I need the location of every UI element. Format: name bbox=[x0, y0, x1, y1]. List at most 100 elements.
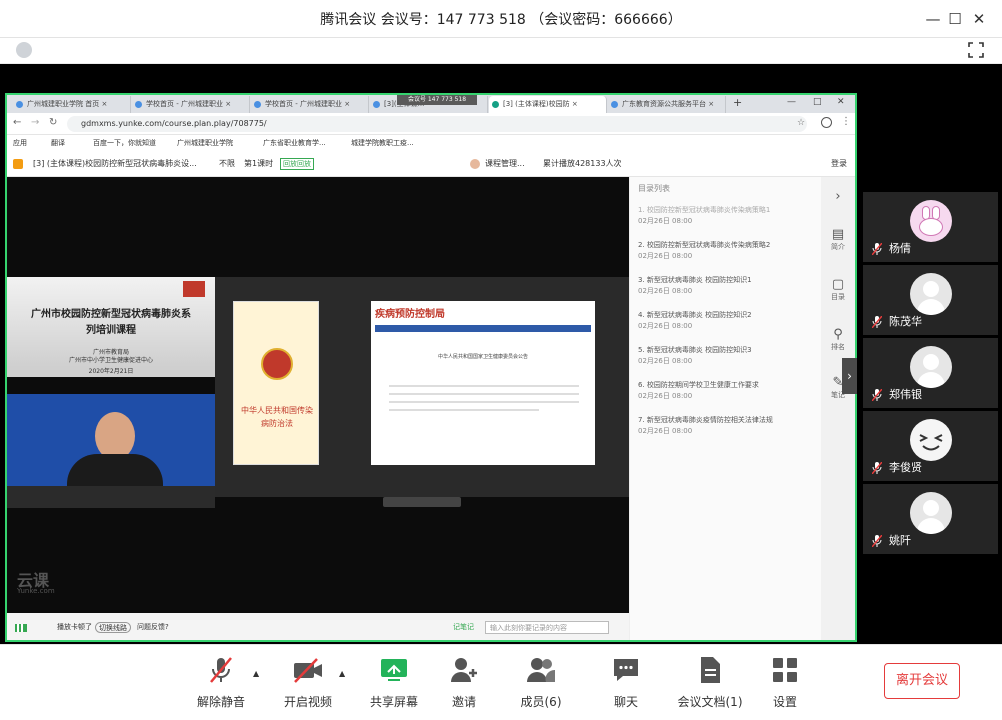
participant-tile[interactable]: 郑伟银 bbox=[863, 338, 998, 408]
web-printout: 疾病预防控制局 中华人民共和国国家卫生健康委员会公告 bbox=[371, 301, 595, 465]
meeting-toolstrip bbox=[0, 38, 1002, 64]
browser-close-icon[interactable]: ✕ bbox=[837, 97, 845, 107]
settings-grid-icon bbox=[773, 658, 797, 682]
slide-date: 2020年2月21日 bbox=[7, 367, 215, 377]
participant-name: 李俊贤 bbox=[889, 461, 922, 474]
document-icon: ▢ bbox=[831, 277, 845, 292]
shared-screen: 广州城建职业学院 首页 × 学校首页 - 广州城建职业 × 学校首页 - 广州城… bbox=[5, 93, 857, 642]
course-limit: 不限 bbox=[219, 159, 235, 168]
expand-gallery-icon[interactable]: › bbox=[842, 358, 857, 394]
manager-avatar bbox=[470, 159, 480, 169]
course-header: [3] (主体课程)校园防控新型冠状病毒肺炎设... 不限 第1课时 回放回放 … bbox=[7, 151, 855, 177]
profile-icon[interactable] bbox=[821, 117, 832, 128]
maximize-icon[interactable]: ☐ bbox=[942, 6, 968, 32]
mic-muted-icon bbox=[872, 535, 882, 547]
unmute-button[interactable]: 解除静音 bbox=[196, 655, 246, 711]
book-icon: ▤ bbox=[831, 227, 845, 242]
replay-badge: 回放回放 bbox=[280, 158, 314, 170]
browser-address-row: ← → ↻ gdmxms.yunke.com/course.plan.play/… bbox=[7, 113, 855, 135]
browser-tab-active[interactable]: [3] (主体课程)校园防 × bbox=[489, 96, 607, 113]
catalog-item[interactable]: 2. 校园防控新型冠状病毒肺炎传染病策略2 02月26日 08:00 bbox=[638, 240, 818, 261]
course-manager[interactable]: 课程管理... bbox=[485, 151, 525, 177]
audio-options-caret-icon[interactable]: ▲ bbox=[253, 669, 259, 678]
collapse-chevron-icon[interactable]: › bbox=[821, 189, 855, 204]
catalog-item[interactable]: 6. 校园防控期间学校卫生健康工作要求 02月26日 08:00 bbox=[638, 380, 818, 401]
bookmark-item[interactable]: 城建学院教职工疫... bbox=[351, 135, 414, 151]
browser-tab[interactable]: 学校首页 - 广州城建职业 × bbox=[132, 96, 250, 113]
printout-header: 疾病预防控制局 bbox=[375, 309, 445, 320]
settings-button[interactable]: 设置 bbox=[770, 655, 800, 711]
participant-gallery: 杨倩 陈茂华 郑伟银 李俊贤 姚阡 bbox=[859, 190, 1002, 570]
catalog-item[interactable]: 5. 新型冠状病毒肺炎 校园防控知识3 02月26日 08:00 bbox=[638, 345, 818, 366]
members-icon bbox=[527, 658, 555, 682]
new-tab-button[interactable]: + bbox=[733, 96, 742, 109]
browser-tab[interactable]: 广州城建职业学院 首页 × bbox=[13, 96, 131, 113]
menu-dots-icon[interactable]: ⋮ bbox=[841, 116, 851, 127]
bookmarks-bar: 应用 翻译 百度一下，你就知道 广州城建职业学院 广东省职业教育学... 城建学… bbox=[7, 135, 855, 151]
national-emblem-icon bbox=[261, 348, 293, 380]
mic-muted-icon bbox=[872, 389, 882, 401]
bunny-avatar bbox=[910, 200, 952, 242]
chat-icon bbox=[614, 659, 638, 681]
feedback-link[interactable]: 问题反馈? bbox=[137, 613, 169, 640]
leave-meeting-button[interactable]: 离开会议 bbox=[884, 663, 960, 699]
nav-catalog[interactable]: ▢ 目录 bbox=[821, 277, 855, 302]
catalog-item[interactable]: 7. 新型冠状病毒肺炎疫情防控相关法律法规 02月26日 08:00 bbox=[638, 415, 818, 436]
start-video-button[interactable]: 开启视频 bbox=[283, 655, 333, 711]
participant-tile[interactable]: 李俊贤 bbox=[863, 411, 998, 481]
participant-tile[interactable]: 陈茂华 bbox=[863, 265, 998, 335]
shield-icon[interactable] bbox=[16, 42, 32, 58]
trophy-icon: ⚲ bbox=[833, 327, 843, 342]
close-icon[interactable]: ✕ bbox=[966, 6, 992, 32]
catalog-item[interactable]: 4. 新型冠状病毒肺炎 校园防控知识2 02月26日 08:00 bbox=[638, 310, 818, 331]
bookmark-item[interactable]: 百度一下，你就知道 bbox=[93, 135, 156, 151]
url-field[interactable]: gdmxms.yunke.com/course.plan.play/708775… bbox=[67, 116, 807, 132]
window-title: 腾讯会议 会议号：147 773 518 （会议密码：666666） bbox=[320, 12, 682, 28]
nav-intro[interactable]: ▤ 简介 bbox=[821, 227, 855, 252]
invite-button[interactable]: 邀请 bbox=[446, 655, 482, 711]
bookmark-item[interactable]: 广东省职业教育学... bbox=[263, 135, 326, 151]
share-screen-icon bbox=[381, 659, 407, 681]
speaker-desk bbox=[7, 486, 215, 508]
bookmark-item[interactable]: 应用 bbox=[13, 135, 27, 151]
notes-label: 记笔记 bbox=[453, 623, 474, 631]
participant-tile[interactable]: 杨倩 bbox=[863, 192, 998, 262]
members-button[interactable]: 成员(6) bbox=[518, 655, 564, 711]
video-player[interactable]: 广州市校园防控新型冠状病毒肺炎系列培训课程 广州市教育局 广州市中小学卫生健康促… bbox=[7, 177, 629, 613]
catalog-item[interactable]: 3. 新型冠状病毒肺炎 校园防控知识1 02月26日 08:00 bbox=[638, 275, 818, 296]
browser-tab[interactable]: 广东教育资源公共服务平台 × bbox=[608, 96, 726, 113]
catalog-item[interactable]: 1. 校园防控新型冠状病毒肺炎传染病策略1 02月26日 08:00 bbox=[638, 205, 818, 226]
browser-minimize-icon[interactable]: — bbox=[787, 97, 796, 107]
slide-panel: 广州市校园防控新型冠状病毒肺炎系列培训课程 广州市教育局 广州市中小学卫生健康促… bbox=[7, 277, 215, 367]
browser-restore-icon[interactable]: □ bbox=[813, 97, 822, 107]
video-options-caret-icon[interactable]: ▲ bbox=[339, 669, 345, 678]
course-title: [3] (主体课程)校园防控新型冠状病毒肺炎设... bbox=[33, 159, 197, 168]
fullscreen-icon[interactable] bbox=[967, 41, 985, 59]
course-side-nav: › ▤ 简介 ▢ 目录 ⚲ 排名 ✎ 笔记 bbox=[821, 177, 855, 640]
add-user-icon bbox=[451, 658, 477, 682]
back-icon[interactable]: ← bbox=[13, 117, 21, 128]
chat-button[interactable]: 聊天 bbox=[608, 655, 644, 711]
reload-icon[interactable]: ↻ bbox=[49, 117, 57, 128]
share-screen-button[interactable]: 共享屏幕 bbox=[369, 655, 419, 711]
lag-label[interactable]: 播放卡顿了 bbox=[57, 613, 92, 640]
bookmark-item[interactable]: 翻译 bbox=[51, 135, 65, 151]
bookmark-item[interactable]: 广州城建职业学院 bbox=[177, 135, 233, 151]
switch-line-button[interactable]: 切换线路 bbox=[95, 622, 131, 633]
doc-camera-toolbar[interactable] bbox=[383, 497, 461, 507]
browser-tab[interactable]: 学校首页 - 广州城建职业 × bbox=[251, 96, 369, 113]
star-icon[interactable]: ☆ bbox=[797, 118, 805, 128]
speaker-video bbox=[7, 394, 215, 508]
printout-nav bbox=[375, 325, 591, 332]
meeting-docs-button[interactable]: 会议文档(1) bbox=[676, 655, 744, 711]
nav-ranking[interactable]: ⚲ 排名 bbox=[821, 327, 855, 352]
participant-tile[interactable]: 姚阡 bbox=[863, 484, 998, 554]
mic-muted-icon bbox=[872, 243, 882, 255]
catalog-panel: 目录列表 1. 校园防控新型冠状病毒肺炎传染病策略1 02月26日 08:00 2… bbox=[629, 177, 821, 640]
forward-icon[interactable]: → bbox=[31, 117, 39, 128]
speaker-face bbox=[95, 412, 135, 460]
login-link[interactable]: 登录 bbox=[831, 151, 847, 177]
default-avatar bbox=[910, 492, 952, 534]
mic-off-icon bbox=[210, 657, 232, 683]
notes-input[interactable]: 输入此刻你要记录的内容 bbox=[485, 621, 609, 634]
